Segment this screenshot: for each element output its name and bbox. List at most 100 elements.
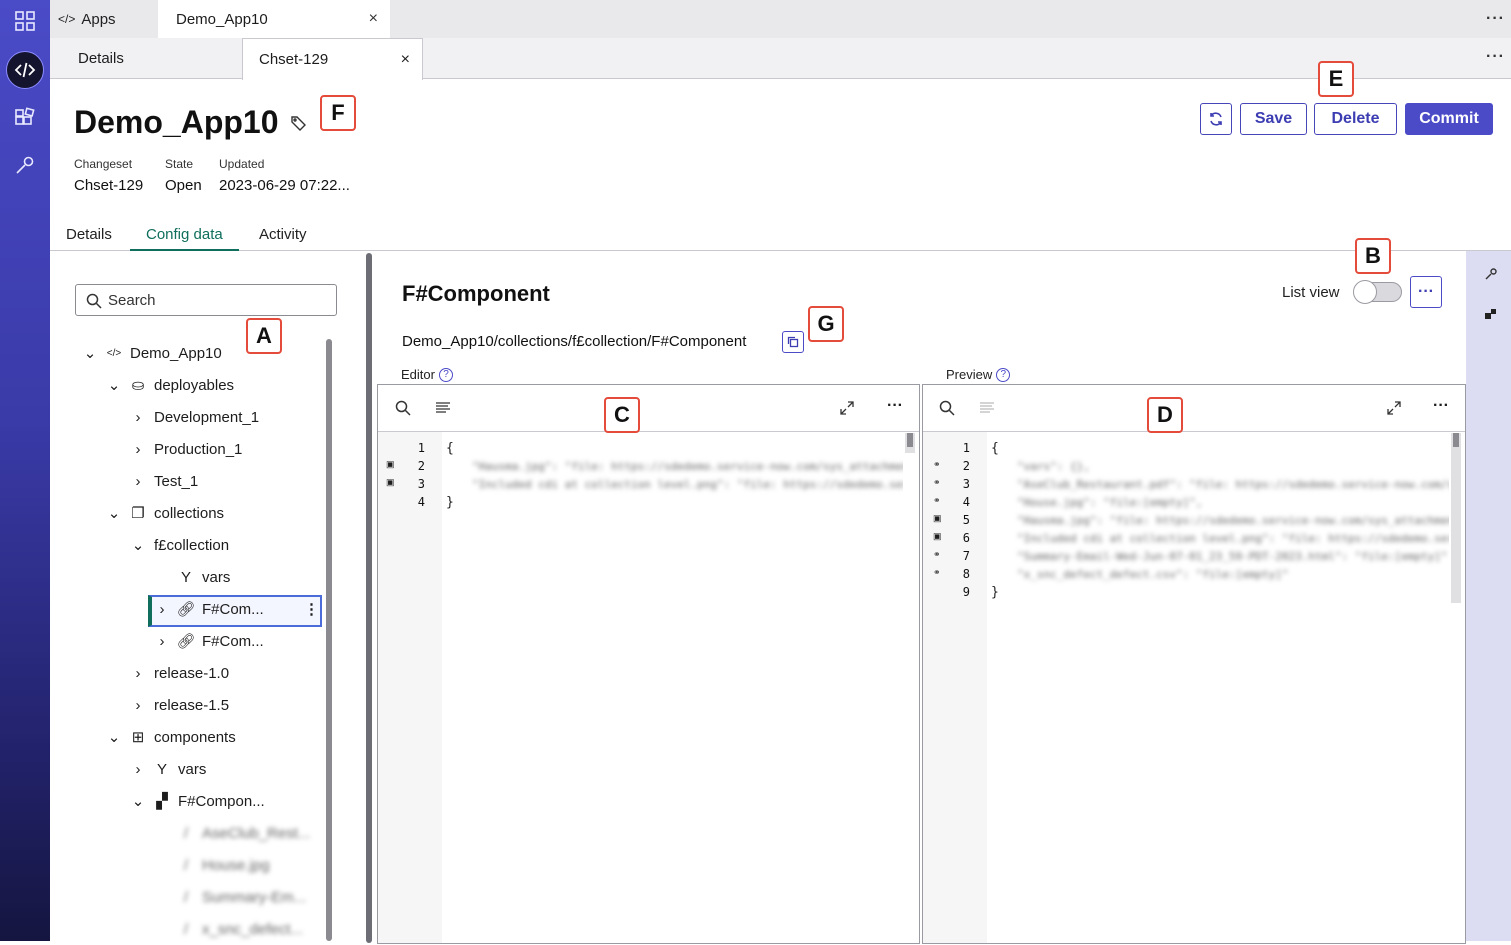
tab-changeset[interactable]: Chset-129 × [242, 38, 423, 80]
chevron-down-icon[interactable]: ⌄ [130, 536, 146, 554]
tree-item-components[interactable]: ⌄ ⊞ components [106, 721, 236, 753]
kebab-icon[interactable]: ⋮ [304, 600, 319, 618]
meta-label: State [165, 157, 194, 171]
line-number: 8 [962, 567, 970, 581]
tree-item-file[interactable]: / AseClub_Rest... [178, 817, 310, 849]
wrench-icon[interactable] [1484, 267, 1498, 286]
chevron-right-icon[interactable]: › [130, 441, 146, 458]
tree-item-file[interactable]: / House.jpg [178, 849, 270, 881]
tree-item-label: components [154, 728, 236, 746]
scroll-thumb[interactable] [1453, 433, 1459, 447]
line-number: 4 [962, 495, 970, 509]
code-icon: </> [58, 12, 76, 26]
tree-item-demo-app10[interactable]: ⌄ </> Demo_App10 [82, 337, 222, 369]
code-line: "Summary-Email-Wed-Jun-07-01_23_59-PDT-2… [1017, 550, 1448, 563]
wrench-icon[interactable] [6, 146, 44, 184]
chevron-right-icon[interactable]: › [130, 665, 146, 682]
tree-scrollbar[interactable] [326, 339, 332, 941]
link-icon: 🔗︎ [176, 633, 196, 650]
tree-item-deployables[interactable]: ⌄ ⛀ deployables [106, 369, 234, 401]
line-number: 6 [962, 531, 970, 545]
tab-label: Demo_App10 [176, 10, 268, 28]
chevron-right-icon[interactable]: › [154, 601, 170, 618]
tree-item-release-1-0[interactable]: › release-1.0 [130, 657, 230, 689]
tree-item-fcomponent-node[interactable]: ⌄ ▞ F#Compon... [130, 785, 265, 817]
expand-icon[interactable] [839, 400, 855, 421]
chevron-right-icon[interactable]: › [130, 697, 146, 714]
search-input[interactable]: Search [75, 284, 337, 316]
chevron-right-icon[interactable]: › [130, 761, 146, 778]
more-icon[interactable]: ··· [1433, 397, 1449, 415]
chevron-down-icon[interactable]: ⌄ [106, 376, 122, 394]
chevron-down-icon[interactable]: ⌄ [106, 728, 122, 746]
tree-item-file[interactable]: / Summary-Em... [178, 881, 306, 913]
more-icon[interactable]: ··· [1486, 48, 1505, 66]
code-icon[interactable] [6, 51, 44, 89]
tag-icon[interactable] [290, 114, 308, 137]
refresh-button[interactable] [1200, 103, 1232, 135]
copy-path-button[interactable] [782, 331, 804, 353]
tab-demo-app10[interactable]: Demo_App10 × [158, 0, 390, 38]
editor-scrollbar[interactable] [905, 433, 915, 453]
tree-item-vars[interactable]: Y vars [178, 561, 230, 593]
tree-item-release-1-5[interactable]: › release-1.5 [130, 689, 230, 721]
chevron-right-icon[interactable]: › [130, 409, 146, 426]
tree-item-label: deployables [154, 376, 235, 394]
more-icon[interactable]: ··· [887, 397, 903, 415]
close-icon[interactable]: × [401, 51, 410, 69]
components-icon[interactable] [6, 99, 44, 137]
resize-bar[interactable] [366, 253, 372, 943]
chevron-down-icon[interactable]: ⌄ [82, 344, 98, 362]
components-icon: ⊞ [131, 729, 145, 746]
meta-updated: Updated 2023-06-29 07:22... [219, 157, 350, 194]
code-line: } [991, 585, 999, 600]
tree-item-label: Production_1 [154, 440, 243, 458]
editor-code-area[interactable]: { "Hausma.jpg": "file: https://sdedemo.s… [442, 433, 903, 943]
meta-value: Open [165, 177, 202, 194]
callout-e: E [1318, 61, 1354, 97]
scroll-thumb[interactable] [907, 433, 913, 447]
tree-item-fcollection[interactable]: ⌄ f£collection [130, 529, 229, 561]
close-icon[interactable]: × [369, 10, 378, 28]
save-button[interactable]: Save [1240, 103, 1307, 135]
tree-item-development[interactable]: › Development_1 [130, 401, 260, 433]
tree-item-fcomponent-selected[interactable]: › 🔗︎ F#Com... ⋮ [154, 593, 320, 625]
format-icon[interactable] [435, 400, 451, 421]
chevron-right-icon[interactable]: › [130, 473, 146, 490]
component-icon[interactable] [1484, 307, 1498, 326]
tree-item-file[interactable]: / x_snc_defect... [178, 913, 303, 945]
panel-resize-handle[interactable] [366, 251, 373, 943]
commit-button[interactable]: Commit [1405, 103, 1493, 135]
chevron-down-icon[interactable]: ⌄ [130, 792, 146, 810]
tree-item-test[interactable]: › Test_1 [130, 465, 199, 497]
delete-button[interactable]: Delete [1314, 103, 1397, 135]
chevron-down-icon[interactable]: ⌄ [106, 504, 122, 522]
image-icon: ▣ [933, 513, 942, 523]
more-options-button[interactable]: ··· [1410, 276, 1442, 308]
more-icon[interactable]: ··· [1486, 10, 1505, 28]
help-icon[interactable]: ? [438, 367, 453, 382]
list-view-toggle[interactable] [1353, 280, 1402, 304]
expand-icon[interactable] [1386, 400, 1402, 421]
tab-details-record[interactable]: Details [78, 38, 124, 79]
help-icon[interactable]: ? [996, 367, 1011, 382]
preview-toolbar: ··· D [923, 385, 1465, 433]
code-line: "AseClub_Restaurant.pdf": "file: https:/… [1017, 478, 1449, 491]
tree-item-collections[interactable]: ⌄ ❐ collections [106, 497, 224, 529]
preview-code-area[interactable]: { "vars": {}, "AseClub_Restaurant.pdf": … [987, 433, 1449, 943]
tab-activity[interactable]: Activity [259, 226, 307, 243]
code-line: "Included cdi at collection level.png": … [472, 478, 903, 491]
tree-item-production[interactable]: › Production_1 [130, 433, 243, 465]
chevron-right-icon[interactable]: › [154, 633, 170, 650]
tab-label: Chset-129 [259, 51, 329, 68]
preview-scrollbar[interactable] [1451, 433, 1461, 603]
tab-details[interactable]: Details [66, 226, 112, 243]
tree-item-component-vars[interactable]: › Y vars [130, 753, 207, 785]
grid-icon[interactable] [6, 2, 44, 40]
tree-item-fcomponent[interactable]: › 🔗︎ F#Com... [154, 625, 264, 657]
search-icon[interactable] [939, 400, 955, 421]
apps-tab[interactable]: </> Apps [58, 0, 116, 38]
image-icon: ▣ [933, 531, 942, 541]
tab-config-data[interactable]: Config data [130, 226, 239, 251]
search-icon[interactable] [395, 400, 411, 421]
